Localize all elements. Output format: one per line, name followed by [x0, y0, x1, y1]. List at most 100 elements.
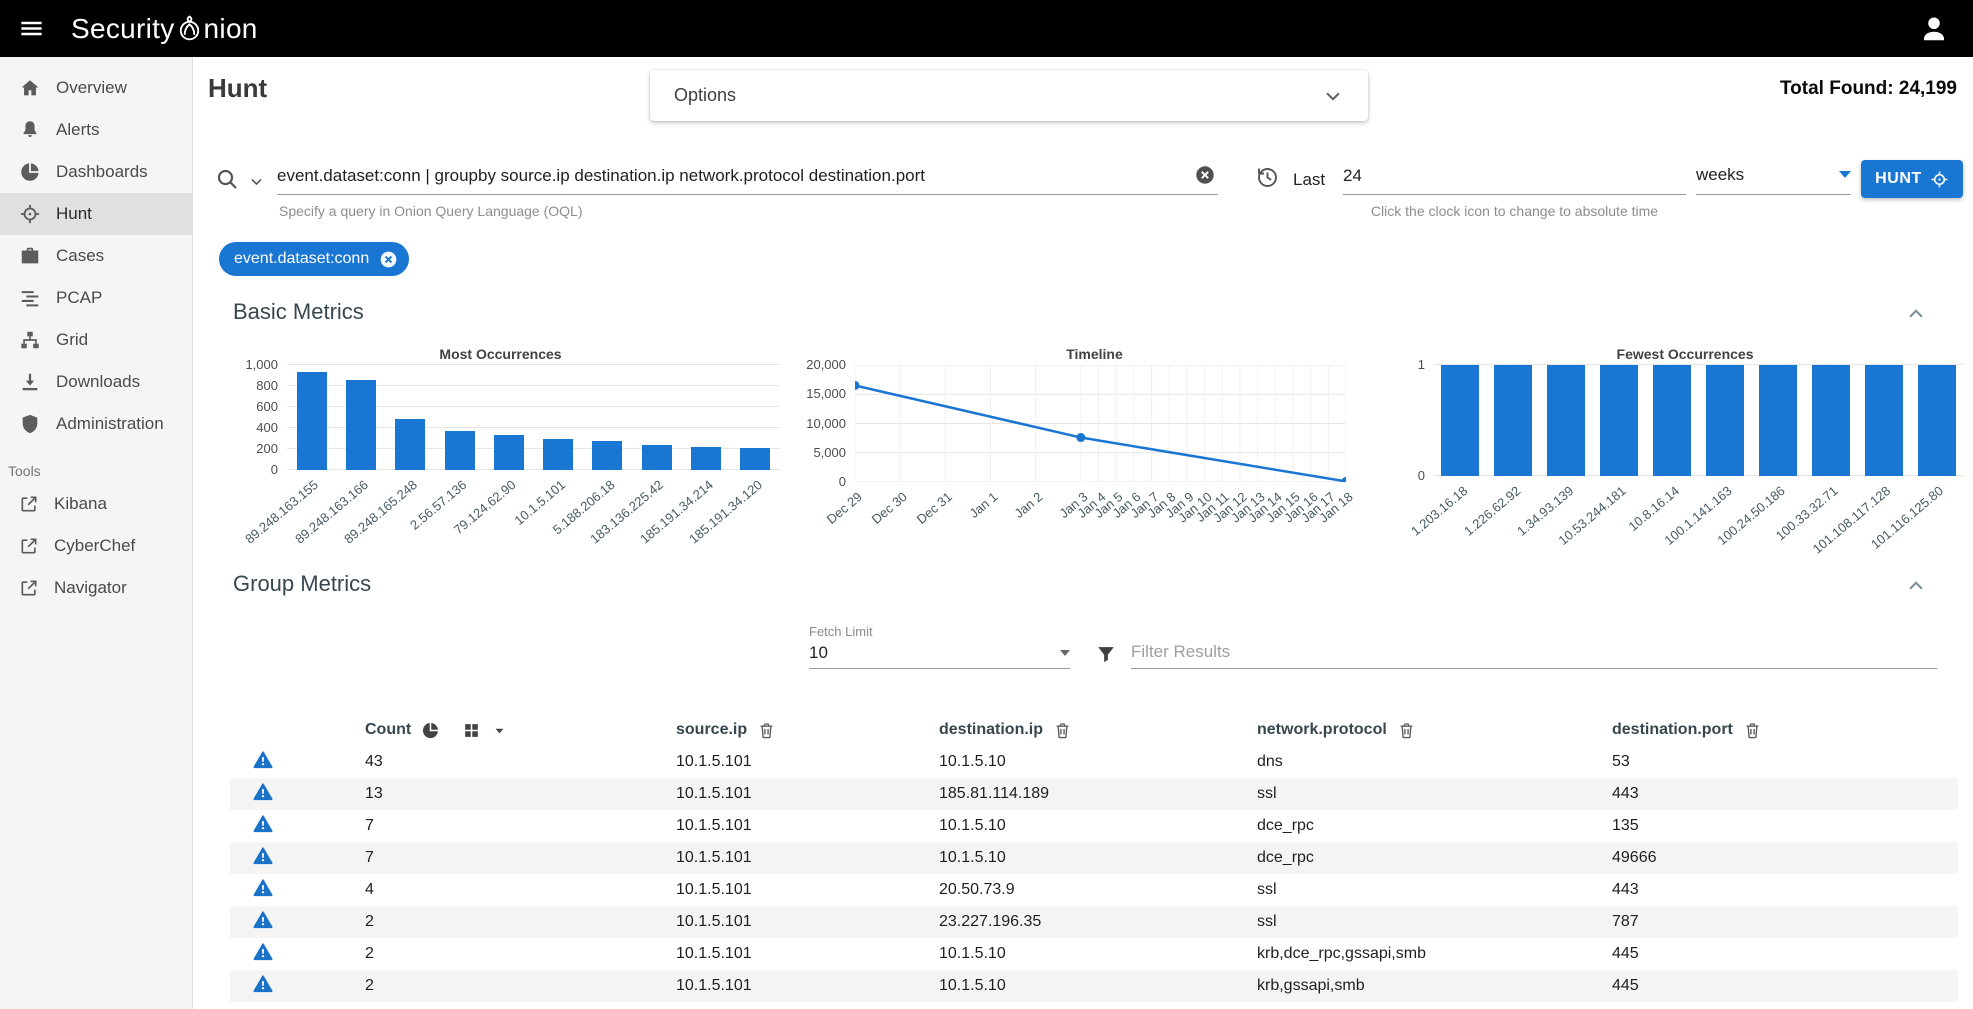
- sidebar-tool-cyberchef[interactable]: CyberChef: [0, 525, 192, 567]
- row-action-icon[interactable]: [252, 909, 274, 931]
- sidebar-item-label: Dashboards: [56, 162, 148, 182]
- sidebar-item-label: PCAP: [56, 288, 102, 308]
- collapse-group-metrics-icon[interactable]: [1905, 575, 1927, 597]
- sidebar-tool-navigator[interactable]: Navigator: [0, 567, 192, 609]
- fetch-limit-value: 10: [809, 643, 828, 663]
- remove-column-icon[interactable]: [1743, 721, 1762, 740]
- bar[interactable]: [740, 448, 770, 470]
- table-cell: 10.1.5.101: [676, 977, 939, 995]
- bar[interactable]: [1600, 365, 1638, 476]
- row-action-icon[interactable]: [252, 877, 274, 899]
- time-history-icon[interactable]: [1255, 165, 1279, 189]
- list-icon: [19, 287, 41, 309]
- time-units-select[interactable]: weeks: [1696, 157, 1851, 195]
- group-metrics-table: Countsource.ipdestination.ipnetwork.prot…: [230, 714, 1958, 1002]
- bar[interactable]: [1865, 365, 1903, 476]
- remove-column-icon[interactable]: [1053, 721, 1072, 740]
- bar[interactable]: [1918, 365, 1956, 476]
- plot-area: [287, 365, 780, 470]
- sidebar-item-dashboards[interactable]: Dashboards: [0, 151, 192, 193]
- sidebar-item-overview[interactable]: Overview: [0, 67, 192, 109]
- table-row[interactable]: 210.1.5.10110.1.5.10krb,dce_rpc,gssapi,s…: [230, 938, 1958, 970]
- table-row[interactable]: 4310.1.5.10110.1.5.10dns53: [230, 746, 1958, 778]
- sidebar-item-hunt[interactable]: Hunt: [0, 193, 192, 235]
- sidebar-tools-header: Tools: [8, 463, 192, 479]
- bar[interactable]: [642, 445, 672, 470]
- query-input[interactable]: [277, 157, 1218, 194]
- chart-title: Timeline: [805, 346, 1384, 362]
- user-icon[interactable]: [1919, 14, 1949, 44]
- caret-down-icon: [1060, 650, 1070, 656]
- row-action-icon[interactable]: [252, 941, 274, 963]
- hunt-button[interactable]: HUNT: [1861, 160, 1963, 198]
- bar[interactable]: [691, 447, 721, 470]
- grid-view-icon[interactable]: [462, 721, 481, 740]
- row-action-icon[interactable]: [252, 973, 274, 995]
- row-action-icon[interactable]: [252, 781, 274, 803]
- query-dropdown-icon[interactable]: [248, 173, 265, 190]
- relative-time-input[interactable]: [1343, 157, 1686, 194]
- bar[interactable]: [445, 431, 475, 470]
- timeline-point[interactable]: [1076, 433, 1085, 442]
- bar[interactable]: [1494, 365, 1532, 476]
- row-action-icon[interactable]: [252, 749, 274, 771]
- search-icon: [215, 167, 239, 191]
- bar[interactable]: [1653, 365, 1691, 476]
- bar[interactable]: [395, 419, 425, 470]
- y-tick-label: 0: [839, 474, 846, 489]
- sidebar-item-pcap[interactable]: PCAP: [0, 277, 192, 319]
- table-row[interactable]: 710.1.5.10110.1.5.10dce_rpc135: [230, 810, 1958, 842]
- bar[interactable]: [1706, 365, 1744, 476]
- target-icon: [1930, 170, 1949, 189]
- bar[interactable]: [543, 439, 573, 471]
- fetch-limit-select[interactable]: 10: [809, 639, 1070, 669]
- options-panel[interactable]: Options: [650, 70, 1368, 121]
- sidebar-item-grid[interactable]: Grid: [0, 319, 192, 361]
- table-row[interactable]: 410.1.5.10120.50.73.9ssl443: [230, 874, 1958, 906]
- bar[interactable]: [297, 372, 327, 470]
- clear-query-icon[interactable]: [1194, 164, 1216, 186]
- collapse-basic-metrics-icon[interactable]: [1905, 303, 1927, 325]
- bar[interactable]: [346, 380, 376, 470]
- caret-down-icon[interactable]: [491, 722, 508, 739]
- table-row[interactable]: 210.1.5.10110.1.5.10krb,gssapi,smb445: [230, 970, 1958, 1002]
- bar[interactable]: [1759, 365, 1797, 476]
- sidebar-tool-kibana[interactable]: Kibana: [0, 483, 192, 525]
- remove-column-icon[interactable]: [1397, 721, 1416, 740]
- sidebar-item-downloads[interactable]: Downloads: [0, 361, 192, 403]
- download-icon: [19, 371, 41, 393]
- row-action-icon[interactable]: [252, 845, 274, 867]
- pie-chart-icon[interactable]: [421, 721, 440, 740]
- bell-icon: [19, 119, 41, 141]
- sidebar-item-alerts[interactable]: Alerts: [0, 109, 192, 151]
- table-row[interactable]: 1310.1.5.101185.81.114.189ssl443: [230, 778, 1958, 810]
- table-cell: 787: [1612, 913, 1958, 931]
- filter-results-input[interactable]: [1131, 635, 1937, 668]
- y-tick-label: 200: [256, 441, 278, 456]
- menu-icon[interactable]: [18, 15, 45, 42]
- bar[interactable]: [1812, 365, 1850, 476]
- y-tick-label: 10,000: [806, 416, 846, 431]
- sidebar-item-label: Downloads: [56, 372, 140, 392]
- bar[interactable]: [592, 441, 622, 470]
- sidebar-item-label: Hunt: [56, 204, 92, 224]
- filter-chip[interactable]: event.dataset:conn: [219, 242, 409, 276]
- row-action-icon[interactable]: [252, 813, 274, 835]
- timeline-point[interactable]: [1342, 477, 1347, 482]
- bar[interactable]: [494, 435, 524, 470]
- remove-filter-icon[interactable]: [378, 249, 399, 270]
- caret-down-icon: [1839, 171, 1851, 178]
- y-tick-label: 1: [1418, 357, 1425, 372]
- bar[interactable]: [1547, 365, 1585, 476]
- sidebar-item-administration[interactable]: Administration: [0, 403, 192, 445]
- table-cell: 10.1.5.10: [939, 945, 1257, 963]
- sidebar-item-cases[interactable]: Cases: [0, 235, 192, 277]
- table-cell: 23.227.196.35: [939, 913, 1257, 931]
- filter-results-field: [1131, 635, 1937, 669]
- remove-column-icon[interactable]: [757, 721, 776, 740]
- table-row[interactable]: 710.1.5.10110.1.5.10dce_rpc49666: [230, 842, 1958, 874]
- bar[interactable]: [1441, 365, 1479, 476]
- table-cell: 2: [365, 977, 676, 995]
- table-row[interactable]: 210.1.5.10123.227.196.35ssl787: [230, 906, 1958, 938]
- timeline-point[interactable]: [855, 381, 860, 390]
